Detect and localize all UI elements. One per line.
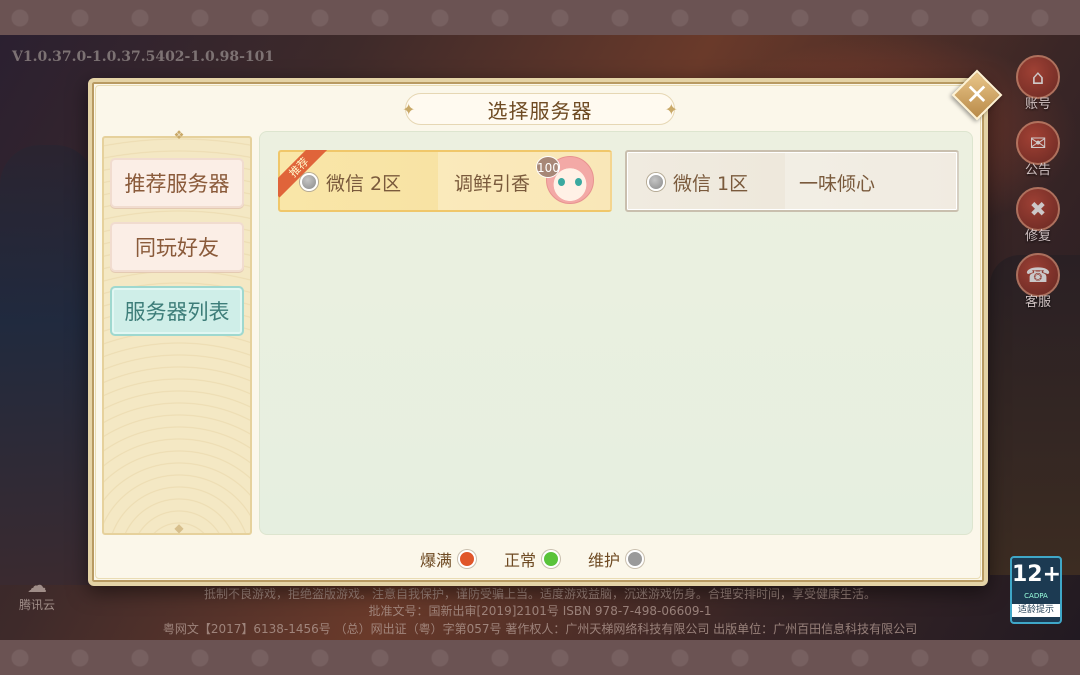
server-status-dot [300, 173, 318, 191]
close-button[interactable]: ✕ [950, 68, 1004, 122]
legend-label: 维护 [588, 551, 621, 570]
age-rating-badge[interactable]: 12+ CADPA 适龄提示 [1010, 556, 1062, 624]
account-label: 账号 [1024, 97, 1051, 112]
server-status-dot [647, 173, 665, 191]
top-border [0, 0, 1080, 35]
server-card[interactable]: 微信 1区 一味倾心 [625, 150, 959, 212]
title-plate-frame: ✦ 选择服务器 ✦ [402, 93, 678, 125]
title-ornament-right-icon: ✦ [664, 100, 678, 119]
dialog-title-plate: ✦ 选择服务器 ✦ [380, 92, 700, 126]
server-category-sidebar: ❖ 推荐服务器 同玩好友 服务器列表 ◆ [102, 128, 252, 535]
status-legend: 爆满 正常 维护 [420, 547, 645, 571]
server-name: 微信 2区 [326, 173, 402, 195]
repair-label: 修复 [1024, 229, 1051, 244]
server-role-name: 一味倾心 [799, 173, 876, 195]
age-rating-tip: 适龄提示 [1012, 604, 1060, 617]
server-role-name: 调鲜引香 [454, 173, 531, 195]
legend-label: 正常 [504, 551, 537, 570]
publisher-info: 粤网文【2017】6138-1456号 （总）网出证（粤）字第057号 著作权人… [162, 622, 918, 636]
legend-item-maintenance: 维护 [588, 547, 645, 571]
sidebar-bottom-ornament-icon: ◆ [174, 521, 184, 535]
tab-recommended-servers[interactable]: 推荐服务器 [110, 158, 244, 208]
server-name: 微信 1区 [673, 173, 749, 195]
dialog-title: 选择服务器 [487, 98, 593, 123]
age-rating-org: CADPA [1024, 592, 1048, 600]
health-notice: 抵制不良游戏，拒绝盗版游戏。注意自我保护，谨防受骗上当。适度游戏益脑，沉迷游戏伤… [203, 587, 876, 601]
announcement-label: 公告 [1024, 163, 1051, 178]
avatar-eyes [556, 178, 584, 186]
legend-full-dot-icon [458, 550, 477, 568]
legend-normal-dot-icon [542, 550, 561, 568]
right-side-menu: ⌂ 账号 ✉ 公告 ✖ 修复 ☎ 客服 [1008, 55, 1068, 319]
tab-friends-playing[interactable]: 同玩好友 [110, 222, 244, 272]
legend-item-full: 爆满 [420, 547, 477, 571]
avatar-level-badge: 100 [536, 156, 560, 178]
age-rating-value: 12+ [1012, 562, 1062, 587]
legend-item-normal: 正常 [504, 547, 561, 571]
close-icon: ✕ [965, 78, 989, 111]
customer-service-button[interactable]: ☎ 客服 [1008, 253, 1068, 319]
announcement-button[interactable]: ✉ 公告 [1008, 121, 1068, 187]
legend-maintenance-dot-icon [626, 550, 645, 568]
version-label: V1.0.37.0-1.0.37.5402-1.0.98-101 [12, 49, 275, 65]
sidebar-top-ornament-icon: ❖ [173, 128, 185, 142]
character-avatar: 100 [536, 154, 598, 210]
approval-number: 批准文号：国新出审[2019]2101号 ISBN 978-7-498-0660… [368, 604, 712, 618]
title-ornament-left-icon: ✦ [402, 100, 416, 119]
legend-label: 爆满 [420, 551, 453, 570]
repair-button[interactable]: ✖ 修复 [1008, 187, 1068, 253]
account-button[interactable]: ⌂ 账号 [1008, 55, 1068, 121]
customer-service-label: 客服 [1024, 295, 1051, 310]
left-character-art [0, 145, 95, 585]
tab-server-list[interactable]: 服务器列表 [110, 286, 244, 336]
bottom-border [0, 640, 1080, 675]
